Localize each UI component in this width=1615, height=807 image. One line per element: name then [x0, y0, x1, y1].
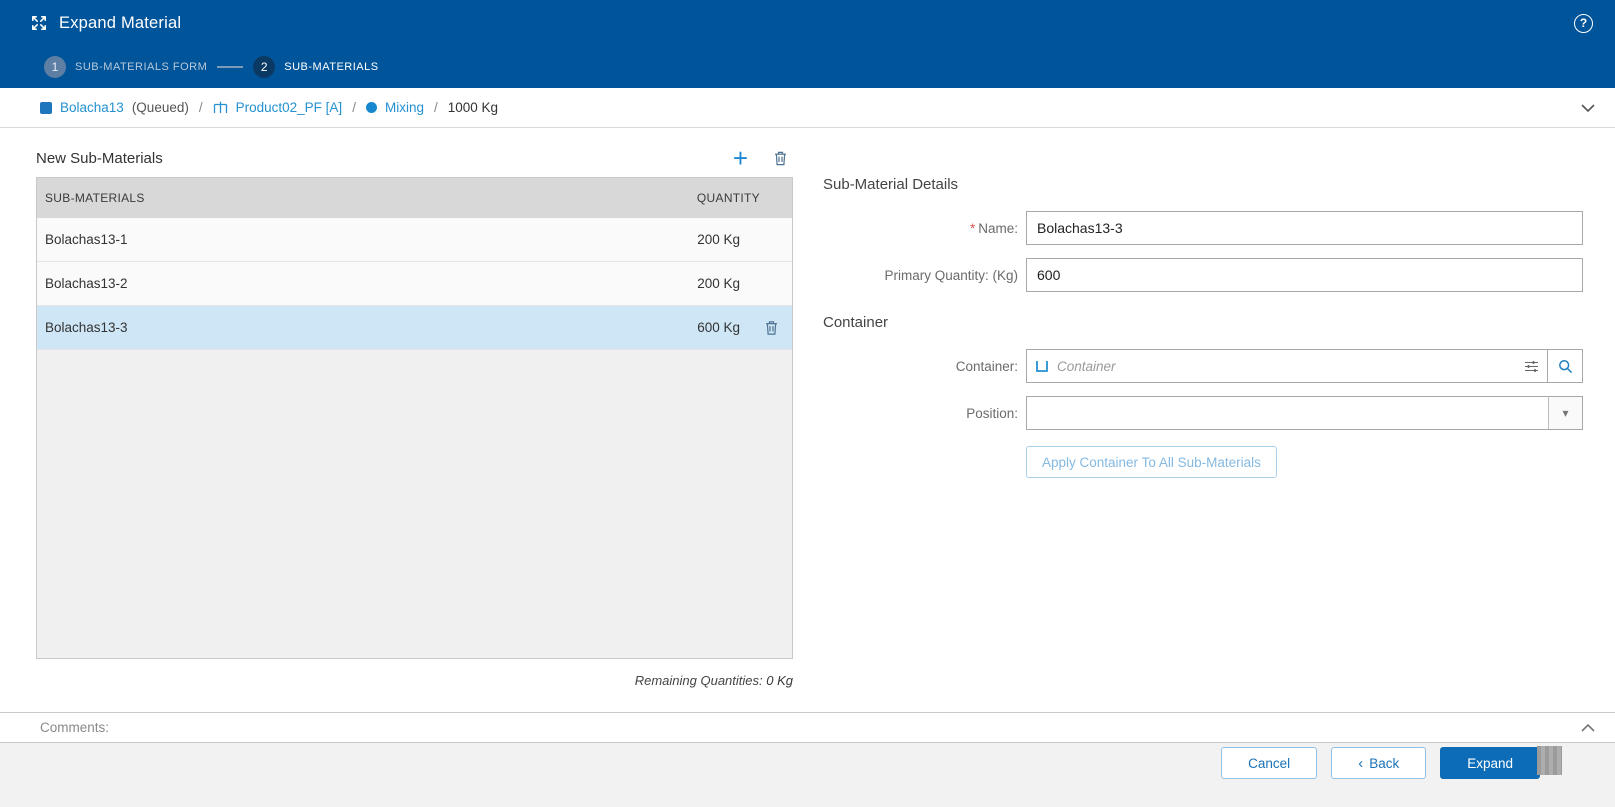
- position-label: Position:: [823, 406, 1018, 421]
- breadcrumb-quantity: 1000 Kg: [448, 100, 498, 115]
- table-row-selected[interactable]: Bolachas13-3 600 Kg: [37, 306, 792, 350]
- flow-step-icon: [366, 102, 377, 113]
- row-quantity: 600 Kg: [572, 320, 792, 335]
- comments-bar[interactable]: Comments:: [0, 712, 1615, 743]
- main-content: New Sub-Materials + SUB-MATERIALS QUANTI…: [0, 128, 1615, 712]
- container-icon: [1035, 360, 1049, 373]
- chevron-up-icon[interactable]: [1581, 724, 1595, 732]
- step-connector: [217, 66, 243, 68]
- row-name: Bolachas13-2: [37, 276, 572, 291]
- row-name: Bolachas13-1: [37, 232, 572, 247]
- dropdown-caret-icon[interactable]: ▾: [1548, 397, 1582, 429]
- chevron-down-icon[interactable]: [1581, 104, 1595, 112]
- scroll-grip: [1537, 746, 1562, 775]
- step-2-circle: 2: [253, 56, 275, 78]
- cancel-button[interactable]: Cancel: [1221, 747, 1317, 779]
- breadcrumb-separator: /: [199, 100, 203, 115]
- required-marker: *: [970, 221, 975, 236]
- name-label: *Name:: [823, 221, 1018, 236]
- position-select[interactable]: ▾: [1026, 396, 1583, 430]
- row-quantity: 200 Kg: [572, 276, 792, 291]
- position-select-value: [1027, 397, 1548, 429]
- primary-quantity-label: Primary Quantity: (Kg): [823, 268, 1018, 283]
- expand-material-icon: [30, 14, 48, 32]
- name-field[interactable]: [1026, 211, 1583, 245]
- row-name: Bolachas13-3: [37, 320, 572, 335]
- details-panel: Sub-Material Details *Name: Primary Quan…: [793, 142, 1583, 712]
- material-icon: [40, 102, 52, 114]
- top-bar: Expand Material ? 1 SUB-MATERIALS FORM 2…: [0, 0, 1615, 88]
- page-title: Expand Material: [59, 14, 181, 33]
- table-empty-area: [37, 350, 792, 658]
- add-sub-material-icon[interactable]: +: [733, 148, 748, 168]
- wizard-steps: 1 SUB-MATERIALS FORM 2 SUB-MATERIALS: [0, 46, 1615, 88]
- apply-container-button[interactable]: Apply Container To All Sub-Materials: [1026, 446, 1277, 478]
- delete-sub-material-icon[interactable]: [774, 151, 787, 166]
- breadcrumb-step-link[interactable]: Mixing: [385, 100, 424, 115]
- sub-materials-panel-title: New Sub-Materials: [36, 150, 163, 167]
- remaining-quantities-label: Remaining Quantities:: [635, 673, 763, 688]
- primary-quantity-field[interactable]: [1026, 258, 1583, 292]
- step-1-label: SUB-MATERIALS FORM: [75, 61, 207, 73]
- table-row[interactable]: Bolachas13-2 200 Kg: [37, 262, 792, 306]
- footer-bar: Cancel ‹Back Expand: [0, 743, 1615, 807]
- container-search-button[interactable]: [1547, 349, 1583, 383]
- product-icon: [213, 101, 228, 114]
- table-row[interactable]: Bolachas13-1 200 Kg: [37, 218, 792, 262]
- breadcrumb-separator: /: [434, 100, 438, 115]
- material-state: (Queued): [132, 100, 189, 115]
- step-2-label: SUB-MATERIALS: [284, 61, 378, 73]
- breadcrumb-material-link[interactable]: Bolacha13: [60, 100, 124, 115]
- breadcrumb-product-link[interactable]: Product02_PF [A]: [236, 100, 343, 115]
- container-label: Container:: [823, 359, 1018, 374]
- step-sub-materials[interactable]: 2 SUB-MATERIALS: [253, 56, 378, 78]
- remaining-quantities-value: 0 Kg: [766, 673, 793, 688]
- container-input[interactable]: [1057, 350, 1516, 382]
- container-field[interactable]: [1026, 349, 1548, 383]
- breadcrumb: Bolacha13 (Queued) / Product02_PF [A] / …: [0, 88, 1615, 128]
- filter-options-icon[interactable]: [1524, 360, 1539, 373]
- step-1-circle: 1: [44, 56, 66, 78]
- container-section-title: Container: [823, 314, 1583, 331]
- column-header-sub-materials: SUB-MATERIALS: [37, 191, 572, 205]
- step-sub-materials-form[interactable]: 1 SUB-MATERIALS FORM: [44, 56, 207, 78]
- breadcrumb-separator: /: [352, 100, 356, 115]
- row-delete-icon[interactable]: [765, 320, 778, 335]
- chevron-left-icon: ‹: [1358, 755, 1363, 772]
- expand-button[interactable]: Expand: [1440, 747, 1540, 779]
- details-panel-title: Sub-Material Details: [823, 176, 1583, 193]
- sub-materials-table: SUB-MATERIALS QUANTITY Bolachas13-1 200 …: [36, 177, 793, 659]
- back-button[interactable]: ‹Back: [1331, 747, 1426, 779]
- sub-materials-panel: New Sub-Materials + SUB-MATERIALS QUANTI…: [36, 142, 793, 712]
- comments-label: Comments:: [40, 720, 109, 735]
- column-header-quantity: QUANTITY: [572, 191, 792, 205]
- help-icon[interactable]: ?: [1574, 14, 1593, 33]
- row-quantity: 200 Kg: [572, 232, 792, 247]
- table-header-row: SUB-MATERIALS QUANTITY: [37, 178, 792, 218]
- remaining-quantities: Remaining Quantities: 0 Kg: [36, 673, 793, 688]
